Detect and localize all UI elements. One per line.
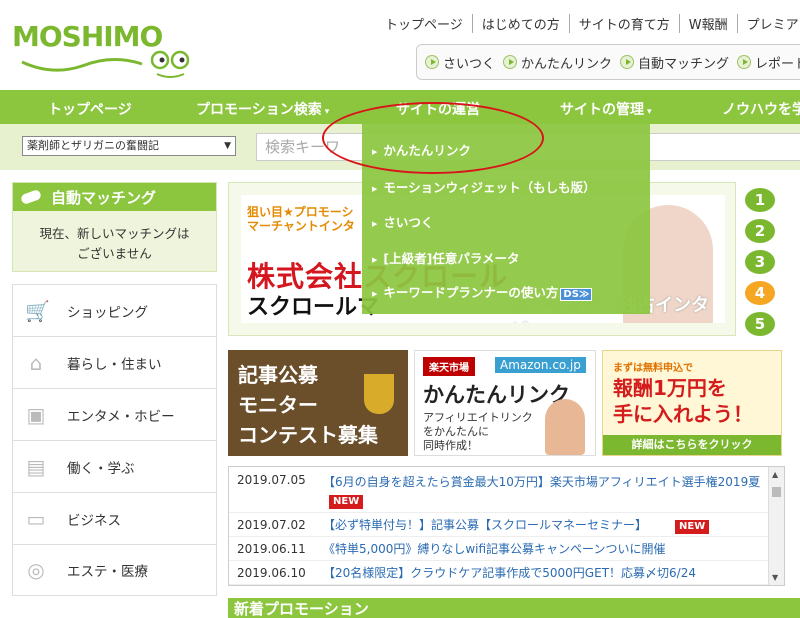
news-date: 2019.07.02 <box>237 517 306 532</box>
news-item[interactable]: 2019.07.05 【6月の自身を超えたら賞金最大10万円】楽天市場アフィリエ… <box>229 467 784 513</box>
quick-link-auto-matching[interactable]: 自動マッチング <box>620 53 729 72</box>
play-icon <box>737 55 752 69</box>
contest-tile[interactable]: 記事公募 モニター コンテスト募集 <box>228 350 408 456</box>
mirror-icon: ◎ <box>27 558 45 582</box>
top-link-premium[interactable]: プレミア <box>736 14 800 33</box>
category-business[interactable]: ▭ ビジネス <box>12 492 217 544</box>
dropdown-item-motion-widget[interactable]: ▶ モーションウィジェット（もしも版） <box>372 177 596 196</box>
category-living[interactable]: ⌂ 暮らし・住まい <box>12 336 217 388</box>
top-link-w-reward[interactable]: W報酬 <box>678 14 737 33</box>
annotation-ellipse <box>322 102 544 174</box>
triangle-right-icon: ▶ <box>372 184 378 193</box>
news-date: 2019.07.05 <box>237 473 306 487</box>
chevron-down-icon: ▾ <box>647 107 652 117</box>
new-badge: NEW <box>329 495 364 509</box>
moshimo-logo[interactable]: MOSHIMO <box>12 14 202 84</box>
logo-mascot-icon <box>21 50 190 78</box>
dropdown-item-param[interactable]: ▶ [上級者]任意パラメータ <box>372 248 519 267</box>
reward-detail-link[interactable]: 詳細はこちらをクリック <box>603 435 781 455</box>
easy-link-tile[interactable]: 楽天市場 Amazon.co.jp かんたんリンク アフィリエイトリンク をかん… <box>414 350 596 456</box>
top-link-grow[interactable]: サイトの育て方 <box>568 14 679 33</box>
category-work-study[interactable]: ▤ 働く・学ぶ <box>12 440 217 492</box>
character-illustration <box>545 399 585 455</box>
nav-promotion-search[interactable]: プロモーション検索 ▾ <box>196 99 329 119</box>
auto-matching-panel: 自動マッチング 現在、新しいマッチングは ございません <box>12 182 217 272</box>
quick-link-report[interactable]: レポート <box>737 53 800 72</box>
site-select[interactable]: 薬剤師とザリガニの奮闘記 ▼ <box>22 136 236 156</box>
easy-link-title: かんたんリンク <box>423 383 570 407</box>
news-title-link[interactable]: 【必ず特単付与！】記事公募【スクロールマネーセミナー】 NEW <box>323 516 763 534</box>
news-title-link[interactable]: 【20名様限定】クラウドケア記事作成で5000円GET！応募〆切6/24 <box>323 564 763 582</box>
triangle-right-icon: ▶ <box>372 289 378 298</box>
nav-top[interactable]: トップページ <box>48 99 132 119</box>
news-scrollbar[interactable]: ▲ ▼ <box>768 467 784 585</box>
triangle-right-icon: ▶ <box>372 255 378 264</box>
banner-page-5[interactable]: 5 <box>745 312 775 336</box>
category-list: 🛒 ショッピング ⌂ 暮らし・住まい ▣ エンタメ・ホビー ▤ 働く・学ぶ ▭ ビジネス … <box>12 284 217 596</box>
quick-links-bar: さいつく かんたんリンク 自動マッチング レポート <box>416 44 800 80</box>
handshake-icon <box>19 188 45 206</box>
auto-matching-header[interactable]: 自動マッチング <box>13 183 216 211</box>
triangle-right-icon: ▶ <box>372 219 378 228</box>
category-shopping[interactable]: 🛒 ショッピング <box>12 284 217 336</box>
new-badge: NEW <box>675 519 710 534</box>
top-links: トップページ はじめての方 サイトの育て方 W報酬 プレミア <box>385 14 800 33</box>
news-item[interactable]: 2019.07.02 【必ず特単付与！】記事公募【スクロールマネーセミナー】 NE… <box>229 513 784 537</box>
trophy-icon <box>364 374 394 414</box>
rakuten-badge: 楽天市場 <box>423 357 475 376</box>
dropdown-item-keyword-planner[interactable]: ▶ キーワードプランナーの使い方 DS≫ <box>372 282 593 301</box>
news-list: 2019.07.05 【6月の自身を超えたら賞金最大10万円】楽天市場アフィリエ… <box>228 466 785 586</box>
quick-link-easy-link[interactable]: かんたんリンク <box>503 53 612 72</box>
auto-matching-message: 現在、新しいマッチングは ございません <box>39 226 190 261</box>
top-link-beginner[interactable]: はじめての方 <box>471 14 569 33</box>
news-item[interactable]: 2019.06.10 【20名様限定】クラウドケア記事作成で5000円GET！応… <box>229 561 784 585</box>
briefcase-icon: ▭ <box>26 506 46 531</box>
scroll-thumb[interactable] <box>772 487 781 497</box>
scroll-down-icon[interactable]: ▼ <box>772 573 778 582</box>
house-icon: ⌂ <box>29 350 43 375</box>
banner-page-2[interactable]: 2 <box>745 219 775 243</box>
chevron-down-icon: ▾ <box>324 107 330 117</box>
news-date: 2019.06.11 <box>237 541 306 556</box>
banner-page-3[interactable]: 3 <box>745 250 775 274</box>
news-title-link[interactable]: 《特単5,000円》縛りなしwifi記事公募キャンペーンついに開催 <box>323 540 763 558</box>
play-icon <box>620 55 635 69</box>
nav-site-management[interactable]: サイトの管理 ▾ <box>560 99 652 119</box>
news-title-link[interactable]: 【6月の自身を超えたら賞金最大10万円】楽天市場アフィリエイト選手権2019夏N… <box>323 473 763 509</box>
amazon-badge: Amazon.co.jp <box>495 357 586 373</box>
banner-page-1[interactable]: 1 <box>745 188 775 212</box>
play-icon <box>503 55 518 69</box>
cart-icon: 🛒 <box>25 298 50 323</box>
news-date: 2019.06.10 <box>237 565 306 580</box>
cards-icon: ▣ <box>26 402 46 427</box>
banner-page-4[interactable]: 4 <box>745 281 775 305</box>
ds-badge: DS≫ <box>560 288 593 301</box>
category-entertainment[interactable]: ▣ エンタメ・ホビー <box>12 388 217 440</box>
dropdown-item-saitsuku[interactable]: ▶ さいつく <box>372 212 433 231</box>
nav-knowhow[interactable]: ノウハウを学 <box>722 99 800 119</box>
play-icon <box>425 55 439 69</box>
news-item[interactable]: 2019.06.11 《特単5,000円》縛りなしwifi記事公募キャンペーンつ… <box>229 537 784 561</box>
scroll-up-icon[interactable]: ▲ <box>772 470 778 479</box>
dropdown-arrow-icon: ▼ <box>224 141 231 151</box>
top-link-top[interactable]: トップページ <box>385 14 472 33</box>
easy-link-desc: アフィリエイトリンク をかんたんに 同時作成！ <box>423 411 533 452</box>
reward-tile[interactable]: まずは無料申込で 報酬1万円を 手に入れよう！ 詳細はこちらをクリック <box>602 350 782 456</box>
banner-pager: 1 2 3 4 5 <box>745 188 779 343</box>
category-beauty-medical[interactable]: ◎ エステ・医療 <box>12 544 217 596</box>
desk-icon: ▤ <box>26 454 46 479</box>
banner-title-text: スクロールマ <box>247 295 380 320</box>
quick-link-saitsuku[interactable]: さいつく <box>425 53 495 72</box>
new-promotions-header: 新着プロモーション <box>228 598 800 618</box>
banner-tag: 狙い目★プロモーシ マーチャントインタ <box>247 205 355 233</box>
